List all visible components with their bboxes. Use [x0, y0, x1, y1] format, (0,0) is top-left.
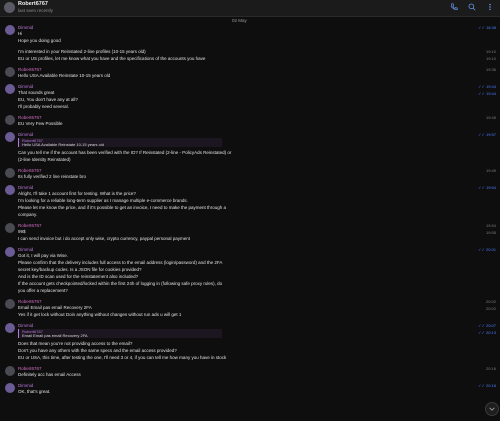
message-text: I'll probably need several.	[18, 104, 69, 109]
message-time: ✓✓ 19:57	[478, 132, 496, 137]
sender-name[interactable]: Dimmid	[18, 185, 33, 190]
message-text: Hope you doing good	[18, 38, 61, 43]
sender-name[interactable]: Robert6767	[18, 223, 42, 228]
avatar[interactable]	[5, 366, 15, 376]
reply-quote[interactable]: Robert6767 Email Email pas email Recovery…	[18, 329, 222, 338]
sender-name[interactable]: Robert6767	[18, 366, 42, 371]
avatar[interactable]	[5, 299, 15, 309]
message-time: ✓✓ 19:54	[478, 185, 496, 190]
search-icon[interactable]	[468, 3, 476, 11]
message-time: 19:10	[485, 49, 496, 54]
sender-name[interactable]: Robert6767	[18, 67, 42, 72]
message-text: Got it, I will pay via Wise.	[18, 253, 69, 258]
sender-name[interactable]: Robert6767	[18, 168, 42, 173]
message-time: 20:16	[485, 366, 496, 371]
message-time: 19:55	[485, 230, 496, 235]
sender-name[interactable]: Dimmid	[18, 383, 33, 388]
message-time: 19:10	[485, 56, 496, 61]
chat-title[interactable]: Robert6767	[18, 1, 48, 7]
sender-name[interactable]: Dimmid	[18, 247, 33, 252]
avatar[interactable]	[5, 67, 15, 77]
reply-text: Hello USA Available Reinstate 10-15 year…	[22, 142, 104, 147]
message-text: (2-line Identity Reinstated)	[18, 157, 71, 162]
message-time: ✓✓ 19:44	[478, 84, 496, 89]
message-time: ✓✓ 20:13	[478, 330, 496, 335]
message-text: 99$	[18, 229, 26, 234]
message-time: 19:45	[485, 115, 496, 120]
phone-icon[interactable]	[450, 3, 458, 11]
message-text: Don't you have any others with the same …	[18, 348, 177, 353]
date-separator: 02 May	[232, 18, 247, 23]
avatar[interactable]	[5, 323, 15, 333]
message-time: 19:49	[485, 168, 496, 173]
chevron-down-icon	[489, 407, 495, 411]
avatar[interactable]	[5, 247, 15, 257]
message-text: EU or US profiles, let me know what you …	[18, 56, 206, 61]
message-text: Hi	[18, 31, 23, 36]
avatar[interactable]	[4, 2, 15, 13]
message-text: EU, You don't have any at all?	[18, 97, 78, 102]
message-time: 19:54	[485, 223, 496, 228]
reply-text: Email Email pas email Recovery 2FA	[22, 333, 88, 338]
sender-name[interactable]: Dimmid	[18, 132, 33, 137]
sender-name[interactable]: Dimmid	[18, 323, 33, 328]
avatar[interactable]	[5, 84, 15, 94]
message-text: That sounds great	[18, 90, 55, 95]
message-text: I'm interested in your Reinstated 2-line…	[18, 49, 146, 54]
avatar[interactable]	[5, 25, 15, 35]
message-text: EU Very Few Possible	[18, 121, 63, 126]
message-text: Hello USA Available Reinstate 10-15 year…	[18, 73, 111, 78]
sender-name[interactable]: Dimmid	[18, 84, 33, 89]
avatar[interactable]	[5, 132, 15, 142]
message-text: you offer a replacement?	[18, 288, 68, 293]
message-time: ✓✓ 20:07	[478, 323, 496, 328]
message-text: company.	[18, 212, 38, 217]
message-text: Yes if it get lock without Doin anything…	[18, 312, 182, 317]
message-text: Please let me know the price, and if it'…	[18, 205, 226, 210]
message-text: Definitely acc has email Access	[18, 372, 81, 377]
message-time: ✓✓ 19:44	[478, 91, 496, 96]
message-text: I'm looking for a reliable long-term sup…	[18, 198, 188, 203]
message-text: EU or USA, this time, after testing the …	[18, 355, 227, 360]
message-text: Please confirm that the delivery include…	[18, 260, 223, 265]
message-text: OK, that's great.	[18, 389, 51, 394]
avatar[interactable]	[5, 168, 15, 178]
sender-name[interactable]: Robert6767	[18, 115, 42, 120]
message-time: ✓✓ 20:18	[478, 383, 496, 388]
message-time: ✓✓ 20:01	[478, 247, 496, 252]
more-icon[interactable]	[486, 3, 494, 11]
avatar[interactable]	[5, 185, 15, 195]
avatar[interactable]	[5, 383, 15, 393]
message-text: Its fully verified 2 line reinstate bro	[18, 174, 87, 179]
message-time: 20:02	[485, 306, 496, 311]
chat-header: Robert6767 last seen recently	[0, 0, 500, 17]
message-text: If the account gets checkpointed/locked …	[18, 281, 223, 286]
scroll-down-button[interactable]	[485, 402, 499, 416]
reply-quote[interactable]: Robert6767 Hello USA Available Reinstate …	[18, 138, 222, 147]
avatar[interactable]	[5, 223, 15, 233]
message-text: Email Email pas email Recovery 2FA	[18, 305, 92, 310]
message-text: And is the ID scan used for the reinstat…	[18, 274, 139, 279]
message-text: Alright, I'll take 1 account first for t…	[18, 191, 136, 196]
message-text: I can send invoice but i do accept only …	[18, 236, 191, 241]
message-text: Can you tell me if the account has been …	[18, 150, 232, 155]
sender-name[interactable]: Robert6767	[18, 299, 42, 304]
message-text: secret key/backup codes. Is a JSON file …	[18, 267, 142, 272]
sender-name[interactable]: Dimmid	[18, 25, 33, 30]
chat-status: last seen recently	[18, 8, 54, 13]
message-time: 19:36	[485, 67, 496, 72]
avatar[interactable]	[5, 115, 15, 125]
message-time: 20:02	[485, 299, 496, 304]
message-text: Does that mean you're not providing acce…	[18, 341, 133, 346]
message-time: ✓✓ 18:38	[478, 25, 496, 30]
